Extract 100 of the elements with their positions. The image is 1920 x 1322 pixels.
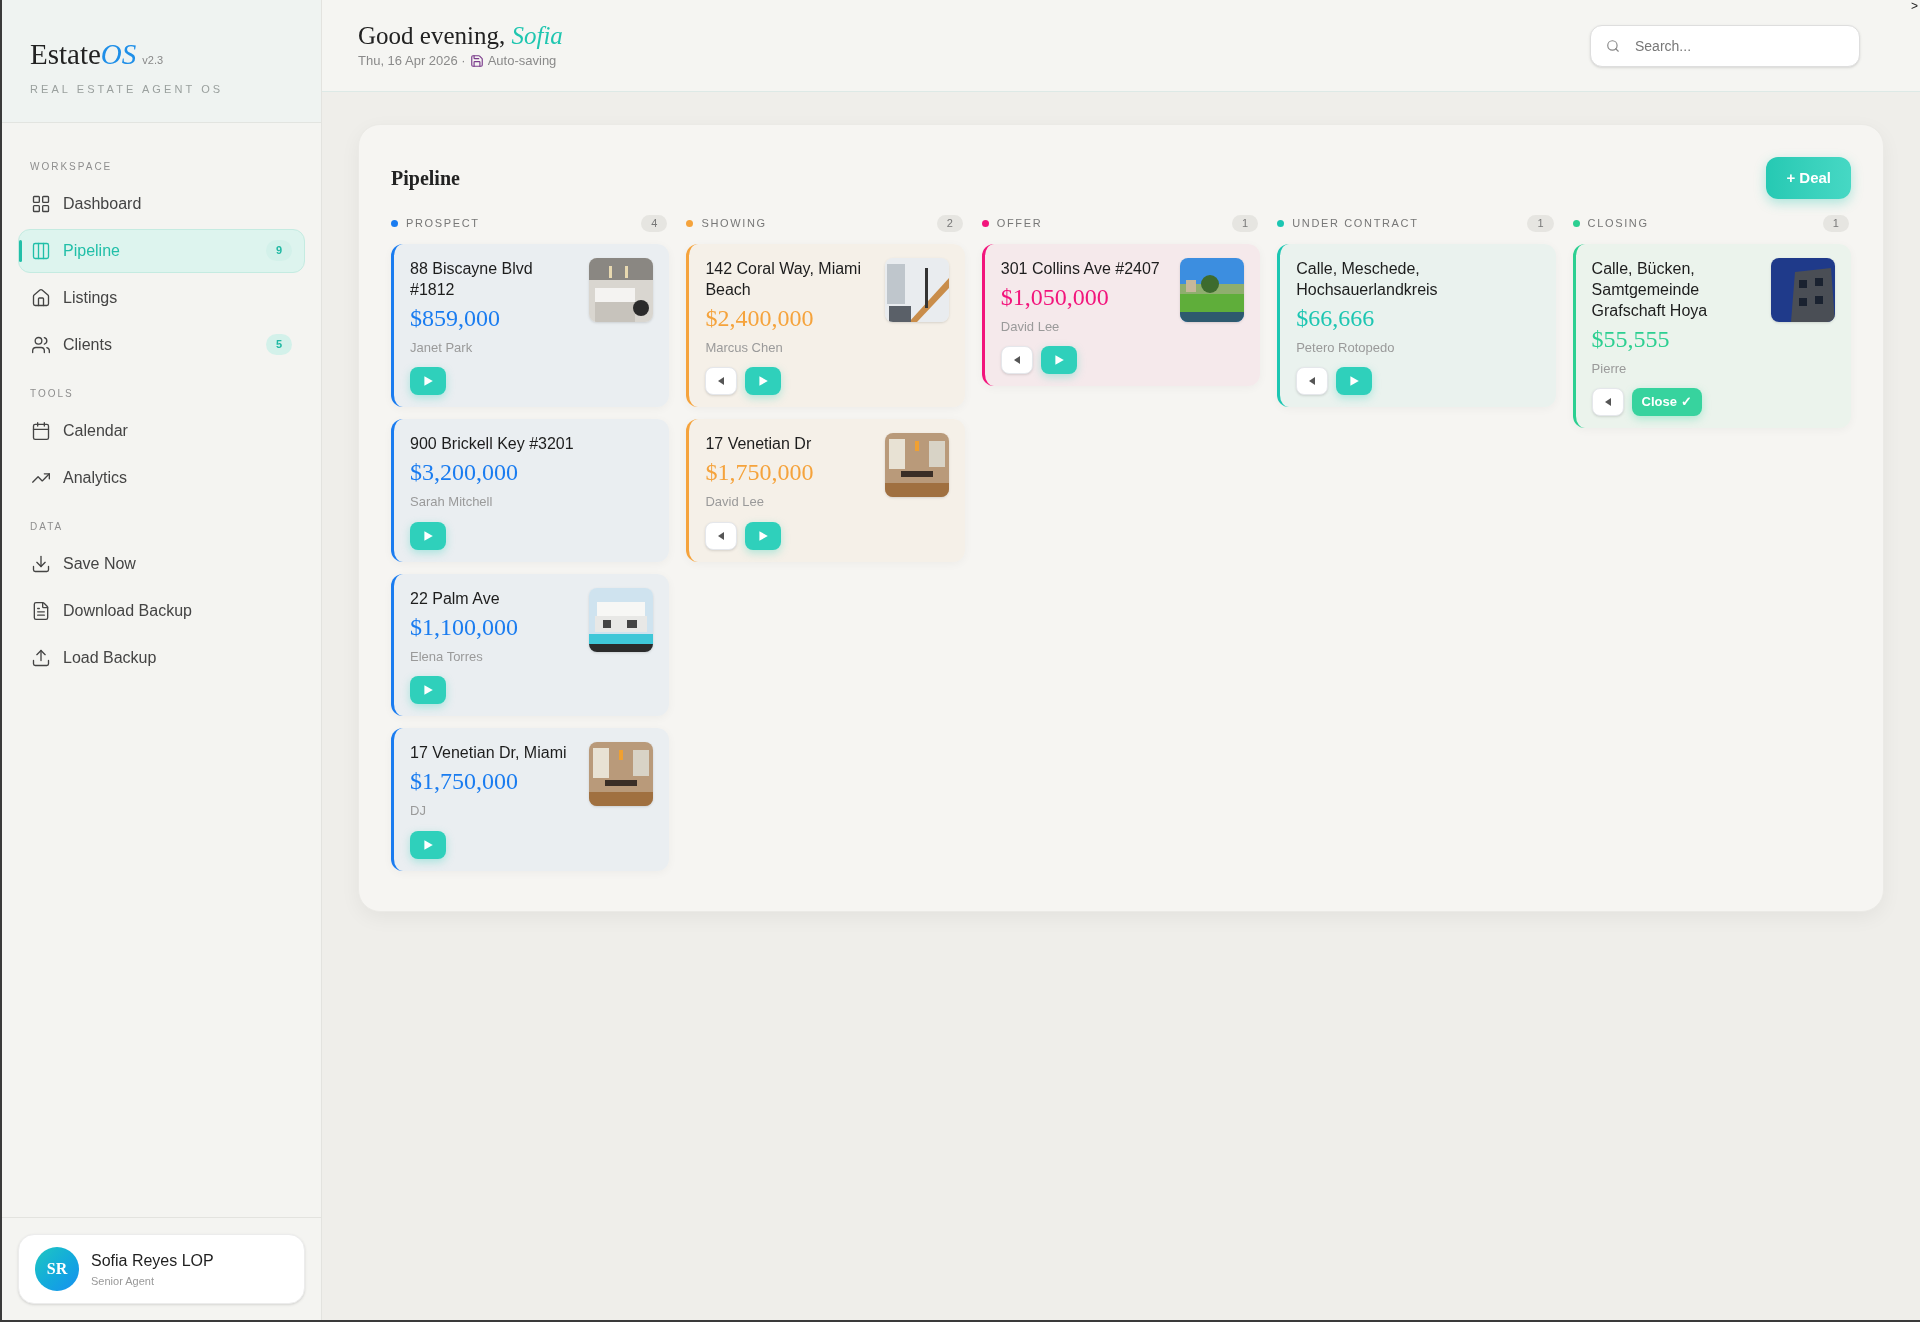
stage-label: OFFER	[996, 216, 1044, 231]
count-badge: 5	[265, 334, 292, 355]
left-triangle-icon	[716, 530, 727, 541]
nav-item[interactable]: Analytics	[18, 455, 305, 500]
deal-address: 301 Collins Ave #2407	[1000, 258, 1160, 279]
agent-name: Petero Rotopedo	[1296, 338, 1396, 357]
deal-price: $1,050,000	[1000, 282, 1110, 312]
deal-price: $859,000	[410, 303, 501, 333]
left-triangle-icon	[716, 376, 727, 386]
stage-label: PROSPECT	[406, 216, 481, 231]
forward-button[interactable]	[1040, 346, 1077, 374]
stage-count: 1	[1822, 215, 1849, 232]
search-icon	[1606, 38, 1620, 53]
deal-address: 22 Palm Ave	[410, 588, 501, 609]
nav-item[interactable]: Save Now	[18, 541, 305, 586]
stage-count: 2	[936, 215, 963, 232]
forward-button[interactable]	[410, 521, 446, 550]
deal-card[interactable]: 17 Venetian Dr, Miami $1,750,000 DJ	[391, 728, 670, 871]
back-button[interactable]	[705, 367, 738, 395]
right-triangle-icon	[757, 375, 770, 387]
deal-address: Calle, Bücken, Samtgemeinde Grafschaft Hoya	[1591, 258, 1709, 321]
right-triangle-icon	[422, 529, 434, 542]
nav-item[interactable]: Calendar	[18, 408, 305, 453]
deal-card[interactable]: 142 Coral Way, Miami Beach $2,400,000 Marcus Chen	[686, 243, 965, 407]
user-card[interactable]: SR Sofia Reyes LOP Senior Agent	[18, 1234, 305, 1304]
deal-address: 142 Coral Way, Miami Beach	[705, 258, 862, 300]
stage-count: 1	[1527, 215, 1554, 232]
forward-button[interactable]	[1336, 367, 1373, 395]
back-button[interactable]	[1591, 388, 1624, 416]
deal-price: $1,100,000	[410, 612, 518, 642]
user-avatar: SR	[35, 1247, 79, 1291]
date-label: Thu, 16 Apr 2026 ·	[358, 52, 466, 71]
deal-card[interactable]: 900 Brickell Key #3201 $3,200,000 Sarah Mitchell	[391, 419, 670, 562]
user-name: Sofia Reyes LOP	[91, 1250, 214, 1271]
agent-name: Pierre	[1591, 359, 1628, 378]
grid-icon	[31, 193, 51, 214]
count-badge: 9	[265, 240, 292, 261]
forward-button[interactable]	[410, 830, 446, 859]
back-button[interactable]	[1296, 367, 1329, 395]
download-icon	[31, 553, 51, 574]
deal-address: Calle, Meschede, Hochsauerlandkreis	[1296, 258, 1439, 300]
panel-title: Pipeline	[391, 166, 460, 192]
version-label: v2.3	[142, 53, 164, 68]
nav-label: Calendar	[63, 420, 129, 441]
section-label: TOOLS	[29, 386, 75, 401]
back-button[interactable]	[705, 521, 738, 550]
deal-card[interactable]: Calle, Bücken, Samtgemeinde Grafschaft Hoya $55,555 Pierre Close ✓	[1572, 243, 1851, 428]
right-triangle-icon	[422, 684, 434, 696]
people-icon	[31, 334, 51, 355]
nav-label: Download Backup	[63, 600, 193, 621]
forward-button[interactable]	[745, 521, 782, 550]
agent-name: David Lee	[1000, 317, 1061, 336]
deal-card[interactable]: 301 Collins Ave #2407 $1,050,000 David Lee	[981, 243, 1261, 386]
calendar-icon	[31, 420, 51, 441]
deal-address: 88 Biscayne Blvd #1812	[410, 258, 534, 300]
agent-name: Sarah Mitchell	[410, 493, 494, 511]
nav-item[interactable]: Dashboard	[18, 181, 305, 226]
nav-item[interactable]: Load Backup	[18, 635, 305, 680]
right-triangle-icon	[1052, 354, 1065, 366]
deal-address: 17 Venetian Dr, Miami	[410, 743, 567, 763]
deal-address: 900 Brickell Key #3201	[410, 434, 574, 454]
agent-name: David Lee	[705, 493, 765, 511]
app-logo: EstateOS	[30, 40, 137, 69]
deal-card[interactable]: 88 Biscayne Blvd #1812 $859,000 Janet Park	[391, 243, 670, 407]
agent-name: DJ	[410, 802, 427, 820]
nav-item[interactable]: Listings	[18, 275, 305, 320]
columns-icon	[31, 240, 51, 261]
house-icon	[31, 287, 51, 308]
deal-price: $3,200,000	[410, 458, 519, 487]
nav-label: Clients	[63, 334, 113, 355]
upload-icon	[31, 647, 51, 668]
edge-mark: >	[1911, 0, 1918, 12]
forward-button[interactable]	[745, 367, 782, 395]
user-role: Senior Agent	[91, 1273, 155, 1289]
save-status: Auto-saving	[487, 52, 557, 71]
nav-label: Listings	[63, 287, 119, 308]
forward-button[interactable]	[410, 676, 446, 704]
stage-label: SHOWING	[701, 216, 768, 231]
app-tagline: REAL ESTATE AGENT OS	[30, 82, 225, 97]
deal-card[interactable]: 22 Palm Ave $1,100,000 Elena Torres	[391, 573, 670, 716]
nav-item[interactable]: Clients 5	[18, 322, 305, 367]
deal-card[interactable]: Calle, Meschede, Hochsauerlandkreis $66,666 Petero Rotopedo	[1277, 243, 1556, 407]
right-triangle-icon	[1348, 375, 1361, 387]
nav-label: Pipeline	[63, 240, 121, 261]
deal-price: $1,750,000	[705, 458, 814, 487]
right-triangle-icon	[757, 529, 770, 542]
search-field[interactable]: Search...	[1590, 24, 1860, 67]
back-button[interactable]	[1000, 346, 1033, 374]
document-icon	[31, 600, 51, 621]
forward-button[interactable]	[410, 367, 446, 395]
deal-address: 17 Venetian Dr	[705, 434, 813, 454]
left-triangle-icon	[1307, 376, 1318, 386]
agent-name: Marcus Chen	[705, 338, 784, 357]
deal-card[interactable]: 17 Venetian Dr $1,750,000 David Lee	[686, 419, 965, 562]
right-triangle-icon	[422, 375, 434, 387]
nav-item[interactable]: Download Backup	[18, 588, 305, 633]
deal-price: $2,400,000	[705, 303, 815, 333]
greeting: Good evening, Sofia	[358, 21, 563, 52]
section-label: WORKSPACE	[29, 159, 114, 174]
agent-name: Janet Park	[410, 338, 474, 357]
